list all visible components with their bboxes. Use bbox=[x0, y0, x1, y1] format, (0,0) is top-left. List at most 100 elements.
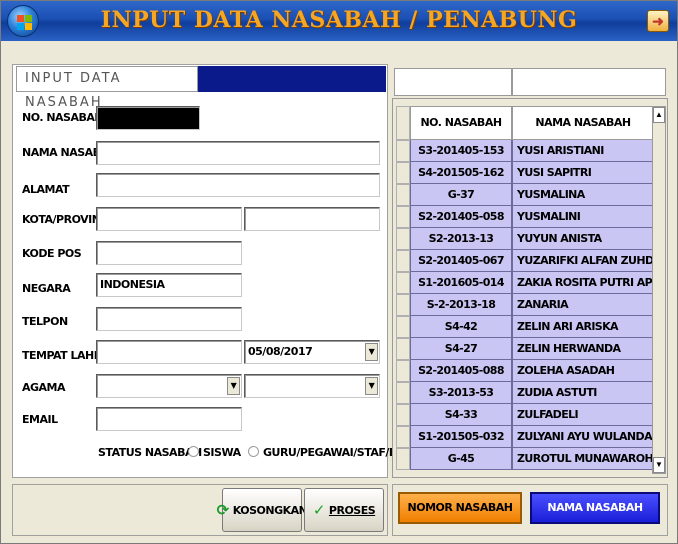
chevron-down-icon[interactable]: ▼ bbox=[365, 343, 378, 361]
cell-no-nasabah[interactable]: S4-27 bbox=[410, 338, 512, 360]
cell-no-nasabah[interactable]: S4-33 bbox=[410, 404, 512, 426]
label-kode-pos: KODE POS bbox=[22, 247, 82, 260]
negara-field[interactable]: INDONESIA bbox=[96, 273, 242, 297]
grid-header: NO. NASABAH NAMA NASABAH bbox=[410, 106, 654, 140]
row-selector[interactable] bbox=[396, 272, 410, 294]
cell-no-nasabah[interactable]: S2-201405-088 bbox=[410, 360, 512, 382]
cell-nama-nasabah[interactable]: ZUROTUL MUNAWAROH bbox=[512, 448, 654, 470]
cell-nama-nasabah[interactable]: ZAKIA ROSITA PUTRI APRILIA bbox=[512, 272, 654, 294]
chevron-down-icon[interactable]: ▼ bbox=[227, 377, 240, 395]
agama2-select[interactable]: ▼ bbox=[244, 374, 380, 398]
cell-nama-nasabah[interactable]: ZULYANI AYU WULANDARI bbox=[512, 426, 654, 448]
cell-nama-nasabah[interactable]: ZULFADELI bbox=[512, 404, 654, 426]
table-row[interactable]: S4-27 ZELIN HERWANDA bbox=[410, 338, 654, 360]
nomor-nasabah-button[interactable]: NOMOR NASABAH bbox=[398, 492, 522, 524]
cell-nama-nasabah[interactable]: YUSI ARISTIANI bbox=[512, 140, 654, 162]
table-row[interactable]: S1-201605-014ZAKIA ROSITA PUTRI APRILIA bbox=[410, 272, 654, 294]
alamat-field[interactable] bbox=[96, 173, 380, 197]
cell-no-nasabah[interactable]: S4-201505-162 bbox=[410, 162, 512, 184]
cell-nama-nasabah[interactable]: YUYUN ANISTA bbox=[512, 228, 654, 250]
radio-siswa-label: SISWA bbox=[203, 446, 241, 459]
cell-no-nasabah[interactable]: S2-2013-13 bbox=[410, 228, 512, 250]
cell-no-nasabah[interactable]: S-2-2013-18 bbox=[410, 294, 512, 316]
cell-nama-nasabah[interactable]: ZELIN ARI ARISKA bbox=[512, 316, 654, 338]
row-selector[interactable] bbox=[396, 250, 410, 272]
list-scrollbar[interactable]: ▲ ▼ bbox=[652, 106, 666, 474]
provinsi-field[interactable] bbox=[244, 207, 380, 231]
scroll-up-icon[interactable]: ▲ bbox=[653, 107, 665, 123]
table-row[interactable]: S2-201405-058 YUSMALINI bbox=[410, 206, 654, 228]
row-selector[interactable] bbox=[396, 448, 410, 470]
radio-siswa[interactable] bbox=[188, 446, 199, 457]
cell-no-nasabah[interactable]: S3-201405-153 bbox=[410, 140, 512, 162]
row-selector[interactable] bbox=[396, 162, 410, 184]
cell-nama-nasabah[interactable]: YUSMALINA bbox=[512, 184, 654, 206]
cell-no-nasabah[interactable]: S2-201405-067 bbox=[410, 250, 512, 272]
row-selector[interactable] bbox=[396, 338, 410, 360]
search-nama-field[interactable] bbox=[512, 68, 666, 96]
cell-no-nasabah[interactable]: S3-2013-53 bbox=[410, 382, 512, 404]
cell-nama-nasabah[interactable]: YUSMALINI bbox=[512, 206, 654, 228]
agama-select[interactable]: ▼ bbox=[96, 374, 242, 398]
nama-nasabah-field[interactable] bbox=[96, 141, 380, 165]
title-bar: INPUT DATA NASABAH / PENABUNG ➜ bbox=[1, 1, 677, 41]
radio-guru[interactable] bbox=[248, 446, 259, 457]
table-row[interactable]: G-45 ZUROTUL MUNAWAROH bbox=[410, 448, 654, 470]
cell-no-nasabah[interactable]: S1-201505-032 bbox=[410, 426, 512, 448]
row-selector[interactable] bbox=[396, 360, 410, 382]
column-header-nama[interactable]: NAMA NASABAH bbox=[512, 106, 654, 140]
row-selector[interactable] bbox=[396, 426, 410, 448]
row-selector[interactable] bbox=[396, 206, 410, 228]
check-icon: ✓ bbox=[312, 501, 326, 519]
label-telpon: TELPON bbox=[22, 315, 68, 328]
row-selector[interactable] bbox=[396, 404, 410, 426]
proses-button[interactable]: ✓ PROSES bbox=[304, 488, 384, 532]
search-no-field[interactable] bbox=[394, 68, 512, 96]
cell-nama-nasabah[interactable]: ZANARIA bbox=[512, 294, 654, 316]
table-row[interactable]: G-37 YUSMALINA bbox=[410, 184, 654, 206]
no-nasabah-field[interactable] bbox=[96, 106, 200, 130]
table-row[interactable]: S3-201405-153 YUSI ARISTIANI bbox=[410, 140, 654, 162]
table-row[interactable]: S4-33 ZULFADELI bbox=[410, 404, 654, 426]
telpon-field[interactable] bbox=[96, 307, 242, 331]
table-row[interactable]: S1-201505-032 ZULYANI AYU WULANDARI bbox=[410, 426, 654, 448]
exit-arrow-icon[interactable]: ➜ bbox=[647, 10, 669, 32]
table-row[interactable]: S2-2013-13 YUYUN ANISTA bbox=[410, 228, 654, 250]
row-selector[interactable] bbox=[396, 316, 410, 338]
cell-no-nasabah[interactable]: S2-201405-058 bbox=[410, 206, 512, 228]
cell-no-nasabah[interactable]: S1-201605-014 bbox=[410, 272, 512, 294]
table-row[interactable]: S4-42 ZELIN ARI ARISKA bbox=[410, 316, 654, 338]
tempat-lahir-field[interactable] bbox=[96, 340, 242, 364]
cell-no-nasabah[interactable]: S4-42 bbox=[410, 316, 512, 338]
cell-no-nasabah[interactable]: G-45 bbox=[410, 448, 512, 470]
row-selector[interactable] bbox=[396, 140, 410, 162]
scroll-down-icon[interactable]: ▼ bbox=[653, 457, 665, 473]
grid-corner bbox=[396, 106, 410, 140]
kota-field[interactable] bbox=[96, 207, 242, 231]
table-row[interactable]: S-2-2013-18 ZANARIA bbox=[410, 294, 654, 316]
column-header-no[interactable]: NO. NASABAH bbox=[410, 106, 512, 140]
table-row[interactable]: S2-201405-088 ZOLEHA ASADAH bbox=[410, 360, 654, 382]
email-field[interactable] bbox=[96, 407, 242, 431]
table-row[interactable]: S3-2013-53 ZUDIA ASTUTI bbox=[410, 382, 654, 404]
cell-nama-nasabah[interactable]: YUSI SAPITRI bbox=[512, 162, 654, 184]
cell-nama-nasabah[interactable]: ZUDIA ASTUTI bbox=[512, 382, 654, 404]
cell-nama-nasabah[interactable]: ZOLEHA ASADAH bbox=[512, 360, 654, 382]
table-row[interactable]: S4-201505-162 YUSI SAPITRI bbox=[410, 162, 654, 184]
label-tempat-lahir: TEMPAT LAHIR bbox=[22, 349, 106, 362]
row-selector[interactable] bbox=[396, 228, 410, 250]
table-row[interactable]: S2-201405-067 YUZARIFKI ALFAN ZUHDHI bbox=[410, 250, 654, 272]
row-selector[interactable] bbox=[396, 184, 410, 206]
label-status-nasabah: STATUS NASABAH bbox=[98, 446, 202, 459]
kosongkan-button[interactable]: ⟳ KOSONGKAN bbox=[217, 488, 308, 532]
form-tab-bar bbox=[198, 66, 386, 92]
tanggal-lahir-select[interactable]: 05/08/2017 ▼ bbox=[244, 340, 380, 364]
kode-pos-field[interactable] bbox=[96, 241, 242, 265]
cell-nama-nasabah[interactable]: YUZARIFKI ALFAN ZUHDHI bbox=[512, 250, 654, 272]
chevron-down-icon[interactable]: ▼ bbox=[365, 377, 378, 395]
cell-nama-nasabah[interactable]: ZELIN HERWANDA bbox=[512, 338, 654, 360]
row-selector[interactable] bbox=[396, 294, 410, 316]
cell-no-nasabah[interactable]: G-37 bbox=[410, 184, 512, 206]
row-selector[interactable] bbox=[396, 382, 410, 404]
nama-nasabah-button[interactable]: NAMA NASABAH bbox=[530, 492, 660, 524]
